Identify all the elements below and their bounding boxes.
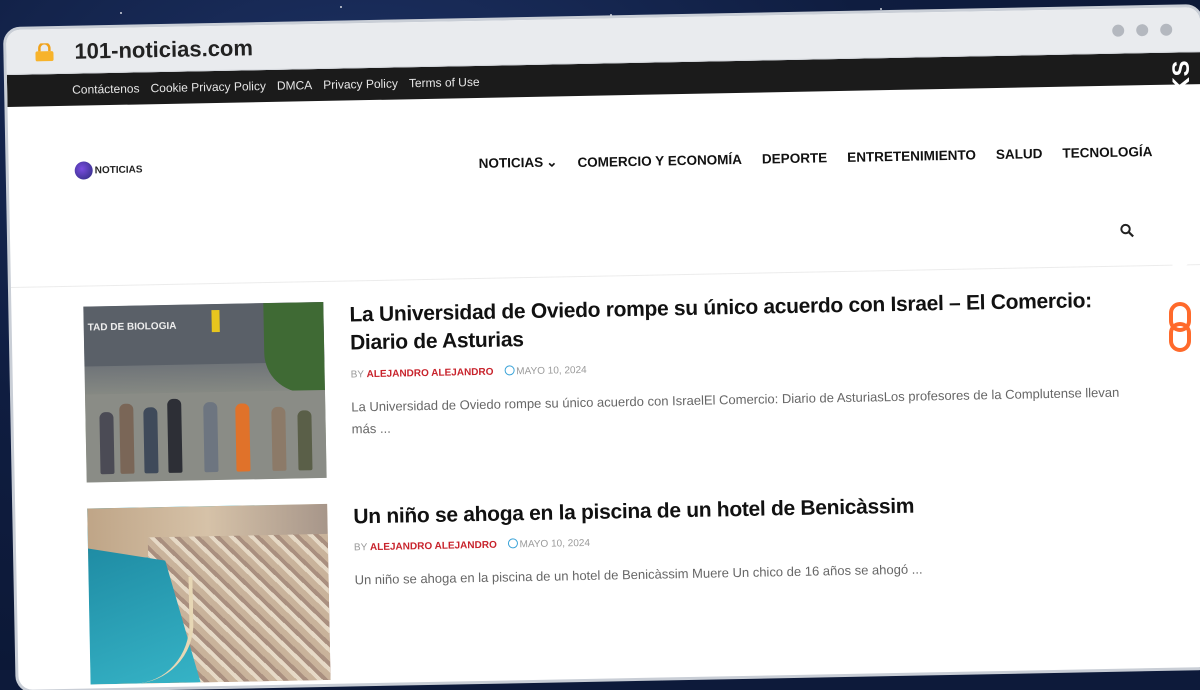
post-body: La Universidad de Oviedo rompe su único … [349,285,1200,477]
post-thumbnail[interactable]: TAD DE BIOLOGIA [83,301,327,483]
post-body: Un niño se ahoga en la piscina de un hot… [353,487,1200,679]
post-meta: BY ALEJANDRO ALEJANDRO MAYO 10, 2024 [350,353,1147,381]
chevron-down-icon: ⌄ [546,154,558,170]
post-date: MAYO 10, 2024 [504,365,587,378]
lock-icon [35,43,54,62]
post-excerpt: La Universidad de Oviedo rompe su único … [351,384,1120,437]
nav-item-entretenimiento[interactable]: ENTRETENIMIENTO [847,147,976,164]
person [297,410,313,471]
nav-label: NOTICIAS [478,154,544,171]
clock-icon [504,364,515,376]
nav-item-comercio[interactable]: COMERCIO Y ECONOMÍA [577,151,742,169]
person [143,407,159,474]
person [235,403,251,472]
post-thumbnail[interactable] [87,503,331,685]
nav-item-noticias[interactable]: NOTICIAS ⌄ [479,154,558,172]
post-date-text: MAYO 10, 2024 [516,364,587,377]
post-author[interactable]: ALEJANDRO ALEJANDRO [370,540,497,553]
star [120,12,122,14]
star [340,6,342,8]
person [203,402,219,473]
logo-text: NOTICIAS [94,163,143,176]
logo-globe-icon [74,161,93,180]
post-item: Un niño se ahoga en la piscina de un hot… [87,487,1200,685]
window-dot[interactable] [1160,23,1173,36]
topbar-link-cookie-policy[interactable]: Cookie Privacy Policy [150,79,266,95]
post-author[interactable]: ALEJANDRO ALEJANDRO [367,366,494,379]
post-item: TAD DE BIOLOGIA La Universidad de Oviedo… [83,285,1200,483]
star [610,14,612,16]
building-sign: TAD DE BIOLOGIA [87,320,177,334]
browser-window: 101-noticias.com Contáctenos Cookie Priv… [6,7,1200,690]
person [99,412,115,475]
nav-item-salud[interactable]: SALUD [996,146,1043,162]
tree [263,301,326,394]
main-nav: NOTICIAS ⌄ COMERCIO Y ECONOMÍA DEPORTE EN… [479,143,1153,172]
guestpostlinks-badge-text: GUESTPOSTLINKS [1168,60,1195,288]
clock-icon [507,538,518,549]
person [167,398,183,473]
nav-item-tecnologia[interactable]: TECNOLOGÍA [1062,144,1152,161]
topbar-link-terms[interactable]: Terms of Use [409,75,480,90]
post-title[interactable]: La Universidad de Oviedo rompe su único … [349,286,1146,358]
person [271,406,287,471]
post-excerpt: Un niño se ahoga en la piscina de un hot… [354,561,923,588]
by-label: BY [350,368,364,381]
window-dot[interactable] [1112,24,1125,37]
link-chain-icon [1169,302,1191,352]
site-logo[interactable]: NOTICIAS [74,160,143,180]
person [119,403,135,474]
topbar-link-privacy-policy[interactable]: Privacy Policy [323,76,398,91]
by-label: BY [353,542,368,554]
address-bar-url[interactable]: 101-noticias.com [74,35,253,64]
post-date-text: MAYO 10, 2024 [519,538,591,551]
site-header: NOTICIAS NOTICIAS ⌄ COMERCIO Y ECONOMÍA D… [7,84,1200,288]
window-dot[interactable] [1136,24,1149,37]
star [880,8,882,10]
window-controls [1112,23,1173,37]
post-title[interactable]: Un niño se ahoga en la piscina de un hot… [353,488,1149,532]
topbar-link-contact[interactable]: Contáctenos [72,81,140,96]
topbar-link-dmca[interactable]: DMCA [277,78,313,93]
post-date: MAYO 10, 2024 [507,538,590,551]
post-meta: BY ALEJANDRO ALEJANDRO MAYO 10, 2024 [353,526,1150,554]
search-icon[interactable] [1120,223,1134,238]
nav-item-deporte[interactable]: DEPORTE [762,150,828,166]
post-list: TAD DE BIOLOGIA La Universidad de Oviedo… [11,265,1200,686]
flag [211,309,220,333]
